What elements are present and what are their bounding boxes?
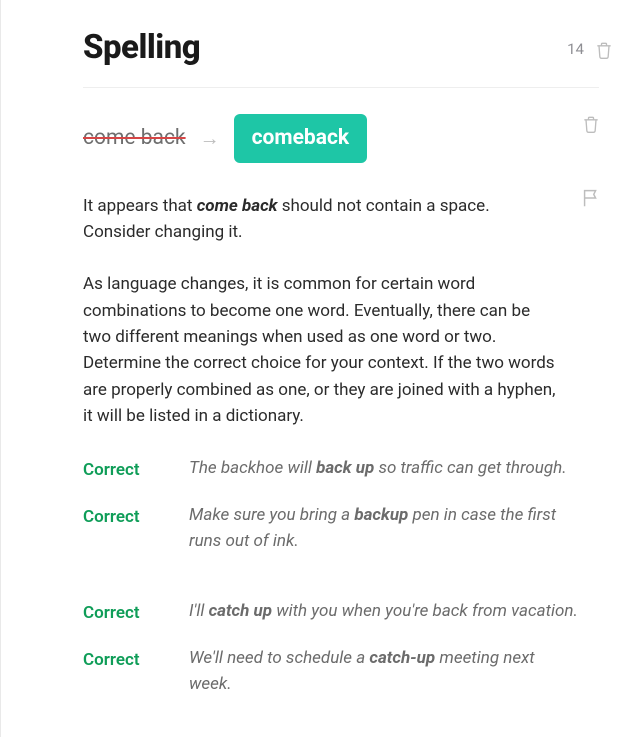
- arrow-icon: →: [200, 123, 220, 154]
- card-title: Spelling: [83, 22, 519, 73]
- example-text: Make sure you bring a backup pen in case…: [189, 502, 579, 555]
- example-text: We'll need to schedule a catch-up meetin…: [189, 645, 579, 698]
- example-label: Correct: [83, 502, 167, 555]
- original-text: come back: [83, 122, 186, 155]
- p1-before: It appears that: [83, 196, 197, 216]
- explanation-1: It appears that come back should not con…: [83, 193, 599, 246]
- explanation-2: As language changes, it is common for ce…: [83, 271, 599, 429]
- example-text: The backhoe will back up so traffic can …: [189, 455, 579, 483]
- example-text: I'll catch up with you when you're back …: [189, 598, 579, 626]
- example-label: Correct: [83, 645, 167, 698]
- example-label: Correct: [83, 455, 167, 483]
- action-rail: 14: [567, 38, 614, 209]
- count-row: 14: [567, 38, 614, 61]
- divider: [83, 87, 599, 88]
- examples-grid: Correct The backhoe will back up so traf…: [83, 455, 599, 697]
- correction-row: come back → comeback: [83, 114, 599, 163]
- suggestion-button[interactable]: comeback: [234, 114, 368, 163]
- trash-all-icon[interactable]: [594, 39, 614, 61]
- issue-count: 14: [567, 38, 584, 61]
- flag-icon[interactable]: [580, 187, 602, 209]
- p1-term: come back: [197, 196, 278, 216]
- trash-icon[interactable]: [581, 113, 601, 135]
- spelling-card: 14 Spelling come back → comeback It appe…: [0, 0, 639, 737]
- example-label: Correct: [83, 598, 167, 626]
